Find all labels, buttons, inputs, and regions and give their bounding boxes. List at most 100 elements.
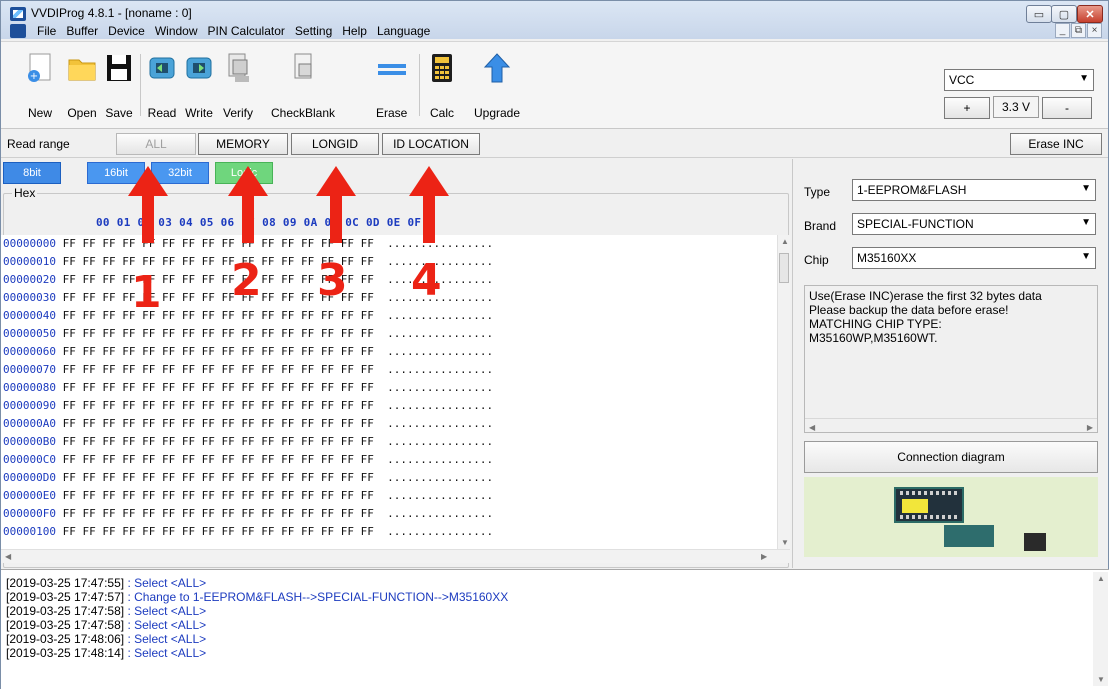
device-panel: Type 1-EEPROM&FLASH ▼ Brand SPECIAL-FUNC… — [794, 159, 1108, 568]
menu-help[interactable]: Help — [337, 22, 372, 40]
verify-icon — [223, 52, 253, 84]
voltage-plus-button[interactable]: + — [944, 97, 990, 119]
chip-info-box[interactable]: Use(Erase INC)erase the first 32 bytes d… — [804, 285, 1098, 433]
annotation-arrow-2 — [228, 166, 268, 196]
range-id-location-button[interactable]: ID LOCATION — [382, 133, 480, 155]
hex-horizontal-scrollbar[interactable]: ◀ ▶ — [1, 549, 790, 563]
erase-label: Erase — [376, 106, 408, 120]
brand-select[interactable]: SPECIAL-FUNCTION ▼ — [852, 213, 1096, 235]
table-row: 000000E0 FF FF FF FF FF FF FF FF FF FF F… — [3, 489, 494, 502]
erase-inc-button[interactable]: Erase INC — [1010, 133, 1102, 155]
info-line: MATCHING CHIP TYPE: — [809, 317, 942, 331]
scroll-right-icon[interactable]: ▶ — [761, 552, 767, 561]
annotation-arrow-1-shaft — [142, 195, 154, 243]
vcc-select[interactable]: VCC ▼ — [944, 69, 1094, 91]
menu-bar: File Buffer Device Window PIN Calculator… — [1, 21, 1108, 40]
log-entry: [2019-03-25 17:47:57] : Change to 1-EEPR… — [6, 590, 509, 604]
scroll-up-icon[interactable]: ▲ — [781, 237, 789, 246]
verify-label: Verify — [223, 106, 254, 120]
toolbar-separator — [419, 54, 420, 116]
hex-data-area[interactable]: 00000000 FF FF FF FF FF FF FF FF FF FF F… — [1, 235, 777, 549]
calc-button[interactable]: Calc — [427, 50, 457, 120]
log-panel[interactable]: [2019-03-25 17:47:55] : Select <ALL> [20… — [1, 569, 1109, 689]
type-select[interactable]: 1-EEPROM&FLASH ▼ — [852, 179, 1096, 201]
annotation-label-2: 2 — [231, 255, 262, 306]
chip-select[interactable]: M35160XX ▼ — [852, 247, 1096, 269]
document-icon — [10, 23, 26, 38]
new-button[interactable]: + New — [25, 50, 55, 120]
table-row: 00000080 FF FF FF FF FF FF FF FF FF FF F… — [3, 381, 494, 394]
chevron-down-icon: ▼ — [1081, 251, 1091, 262]
annotation-label-1: 1 — [131, 267, 162, 318]
new-label: New — [27, 106, 52, 120]
erase-button[interactable]: Erase — [376, 50, 408, 120]
mdi-restore-button[interactable]: ⧉ — [1071, 23, 1086, 38]
save-button[interactable]: Save — [104, 50, 134, 120]
table-row: 000000A0 FF FF FF FF FF FF FF FF FF FF F… — [3, 417, 494, 430]
menu-device[interactable]: Device — [103, 22, 150, 40]
chip-label: Chip — [804, 253, 829, 267]
scroll-right-icon[interactable]: ▶ — [1087, 421, 1093, 435]
hex-group-label: Hex — [12, 186, 38, 200]
scroll-up-icon[interactable]: ▲ — [1097, 574, 1105, 583]
connector-icon — [1024, 533, 1046, 551]
hex-vertical-scrollbar[interactable]: ▲ ▼ — [777, 235, 790, 549]
table-row: 00000100 FF FF FF FF FF FF FF FF FF FF F… — [3, 525, 494, 538]
scroll-thumb[interactable] — [779, 253, 789, 283]
voltage-display: 3.3 V — [993, 96, 1039, 118]
app-window: VVDIProg 4.8.1 - [noname : 0] ▭ ▢ ✕ File… — [0, 0, 1109, 689]
scroll-left-icon[interactable]: ◀ — [809, 421, 815, 435]
annotation-label-3: 3 — [317, 255, 348, 306]
menu-language[interactable]: Language — [372, 22, 435, 40]
menu-file[interactable]: File — [32, 22, 61, 40]
annotation-arrow-3-shaft — [330, 195, 342, 243]
svg-text:+: + — [30, 71, 38, 82]
range-all-button[interactable]: ALL — [116, 133, 196, 155]
scroll-left-icon[interactable]: ◀ — [5, 552, 11, 561]
verify-button[interactable]: Verify — [223, 50, 254, 120]
scroll-down-icon[interactable]: ▼ — [1097, 675, 1105, 684]
read-button[interactable]: Read — [147, 50, 177, 120]
range-longid-button[interactable]: LONGID — [291, 133, 379, 155]
connection-diagram-button[interactable]: Connection diagram — [804, 441, 1098, 473]
vcc-value: VCC — [949, 73, 975, 87]
type-value: 1-EEPROM&FLASH — [857, 183, 967, 197]
menu-setting[interactable]: Setting — [290, 22, 337, 40]
mdi-minimize-button[interactable]: _ — [1055, 23, 1070, 38]
chevron-down-icon: ▼ — [1081, 217, 1091, 228]
info-horizontal-scrollbar[interactable]: ◀ ▶ — [805, 418, 1097, 432]
chip-value: M35160XX — [857, 251, 917, 265]
app-logo-icon — [10, 7, 26, 21]
menu-pin-calculator[interactable]: PIN Calculator — [203, 22, 290, 40]
checkblank-button[interactable]: CheckBlank — [271, 50, 335, 120]
range-memory-button[interactable]: MEMORY — [198, 133, 288, 155]
calculator-icon — [427, 52, 457, 84]
connection-diagram-image — [804, 477, 1098, 557]
info-line: Please backup the data before erase! — [809, 303, 1009, 317]
log-vertical-scrollbar[interactable]: ▲ ▼ — [1093, 572, 1108, 686]
mdi-close-button[interactable]: × — [1087, 23, 1102, 38]
write-button[interactable]: Write — [184, 50, 214, 120]
upgrade-label: Upgrade — [474, 106, 521, 120]
adapter-icon — [944, 525, 994, 547]
scroll-down-icon[interactable]: ▼ — [781, 538, 789, 547]
table-row: 00000070 FF FF FF FF FF FF FF FF FF FF F… — [3, 363, 494, 376]
upgrade-arrow-icon — [482, 52, 512, 84]
table-row: 000000D0 FF FF FF FF FF FF FF FF FF FF F… — [3, 471, 494, 484]
read-range-bar: Read range ALL MEMORY LONGID ID LOCATION… — [1, 130, 1108, 158]
brand-value: SPECIAL-FUNCTION — [857, 217, 974, 231]
open-button[interactable]: Open — [67, 50, 97, 120]
table-row: 00000090 FF FF FF FF FF FF FF FF FF FF F… — [3, 399, 494, 412]
brand-label: Brand — [804, 219, 837, 233]
toolbar: + New Open Save Read Write Verify CheckB… — [1, 41, 1108, 129]
upgrade-button[interactable]: Upgrade — [474, 50, 521, 120]
chevron-down-icon: ▼ — [1081, 183, 1091, 194]
read-label: Read — [147, 106, 177, 120]
menu-buffer[interactable]: Buffer — [61, 22, 103, 40]
menu-window[interactable]: Window — [150, 22, 203, 40]
chip-write-icon — [184, 52, 214, 84]
table-row: 00000050 FF FF FF FF FF FF FF FF FF FF F… — [3, 327, 494, 340]
annotation-label-4: 4 — [411, 255, 442, 306]
mode-8bit-button[interactable]: 8bit — [3, 162, 61, 184]
voltage-minus-button[interactable]: - — [1042, 97, 1092, 119]
